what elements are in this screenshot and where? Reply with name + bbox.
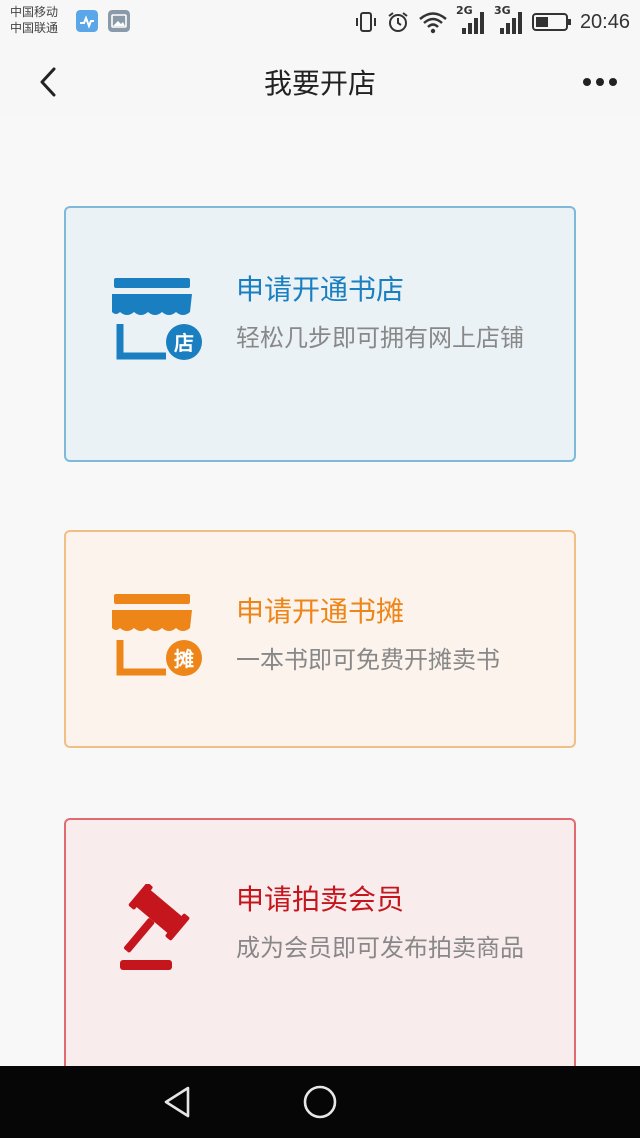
vibrate-icon <box>355 12 376 32</box>
health-app-icon <box>76 10 98 32</box>
card-description: 一本书即可免费开摊卖书 <box>236 646 500 674</box>
more-icon-dot <box>609 78 617 86</box>
page-title: 我要开店 <box>263 67 376 100</box>
carrier-1: 中国移动 <box>10 5 59 19</box>
apply-bookstore-card[interactable]: 店 申请开通书店 轻松几步即可拥有网上店铺 <box>64 206 576 462</box>
carrier-info: 中国移动 中国联通 <box>10 4 58 36</box>
more-button[interactable] <box>580 72 620 92</box>
gallery-app-icon <box>108 10 130 32</box>
more-icon-dot <box>596 78 604 86</box>
card-text: 申请拍卖会员 成为会员即可发布拍卖商品 <box>236 882 548 966</box>
status-icons: 2G 3G 20:46 <box>354 4 630 36</box>
navigation-bar: 我要开店 <box>0 44 640 118</box>
stall-badge-text: 摊 <box>174 647 194 671</box>
signal-3g-icon: 3G <box>494 4 524 36</box>
system-navigation-bar <box>0 1066 640 1138</box>
shop-badge-text: 店 <box>174 331 194 355</box>
card-title: 申请开通书摊 <box>236 595 405 628</box>
card-description: 成为会员即可发布拍卖商品 <box>236 934 524 962</box>
battery-icon <box>531 13 571 31</box>
alarm-icon <box>388 12 408 32</box>
card-text: 申请开通书摊 一本书即可免费开摊卖书 <box>236 594 548 678</box>
apply-bookstall-card[interactable]: 摊 申请开通书摊 一本书即可免费开摊卖书 <box>64 530 576 748</box>
nav-back-icon[interactable] <box>158 1082 198 1122</box>
status-bar: 中国移动 中国联通 2G 3G 20:46 <box>0 0 640 44</box>
shop-icon: 店 <box>112 278 202 360</box>
more-icon-dot <box>583 78 591 86</box>
card-title: 申请开通书店 <box>236 273 405 306</box>
status-time: 20:46 <box>579 10 630 33</box>
apply-auction-member-card[interactable]: 申请拍卖会员 成为会员即可发布拍卖商品 <box>64 818 576 1066</box>
gavel-icon <box>120 884 190 970</box>
wifi-icon <box>419 12 447 34</box>
carrier-2: 中国联通 <box>10 21 59 35</box>
card-text: 申请开通书店 轻松几步即可拥有网上店铺 <box>236 272 548 356</box>
card-title: 申请拍卖会员 <box>236 883 405 916</box>
signal-2g-icon: 2G <box>456 4 486 36</box>
stall-icon: 摊 <box>112 594 202 676</box>
content-area: 店 申请开通书店 轻松几步即可拥有网上店铺 摊 申请开通书摊 一本书即可免费开摊… <box>0 118 640 1066</box>
card-description: 轻松几步即可拥有网上店铺 <box>236 324 524 352</box>
nav-home-icon[interactable] <box>300 1082 340 1122</box>
